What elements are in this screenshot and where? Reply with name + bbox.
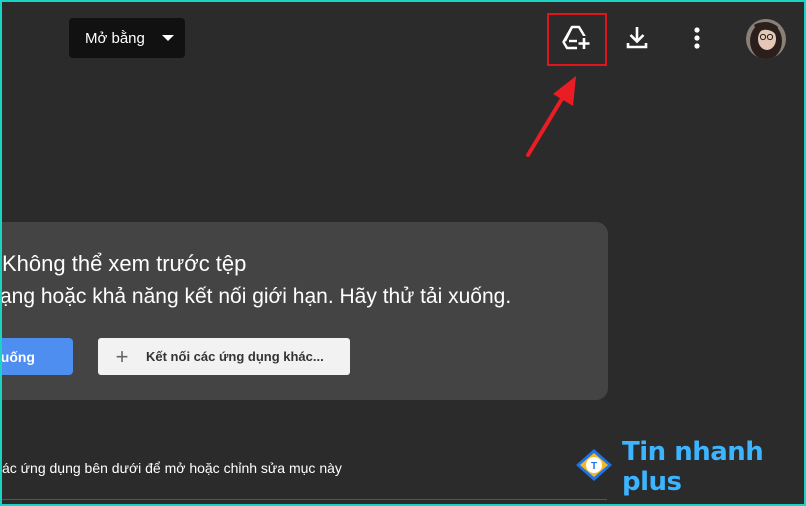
download-file-button[interactable]: uống [0,338,73,375]
brand-watermark: T Tin nhanh plus [574,437,806,497]
caret-down-icon [162,35,174,41]
preview-title: Không thể xem trước tệp [2,251,247,276]
download-file-label: uống [0,348,35,365]
svg-text:T: T [591,461,597,472]
red-arrow-annotation [526,76,576,157]
download-button[interactable] [622,24,652,56]
open-with-label: Mở bằng [85,29,145,47]
download-icon [625,25,649,56]
avatar[interactable] [746,19,786,59]
brand-text: Tin nhanh plus [622,437,764,497]
divider [0,499,607,500]
connect-more-apps-label: Kết nối các ứng dụng khác... [146,349,324,364]
open-with-dropdown[interactable]: Mở bằng [69,18,185,58]
add-to-drive-highlight-box [547,13,607,66]
connect-more-apps-button[interactable]: + Kết nối các ứng dụng khác... [98,338,350,375]
brand-logo-icon: T [574,447,614,488]
plus-icon: + [115,343,129,369]
more-options-button[interactable] [684,25,710,55]
more-vert-icon [694,26,700,54]
preview-message: ạng hoặc khả năng kết nối giới hạn. Hãy … [0,285,512,308]
open-with-apps-hint: ác ứng dụng bên dưới để mở hoặc chỉnh sử… [2,460,342,476]
